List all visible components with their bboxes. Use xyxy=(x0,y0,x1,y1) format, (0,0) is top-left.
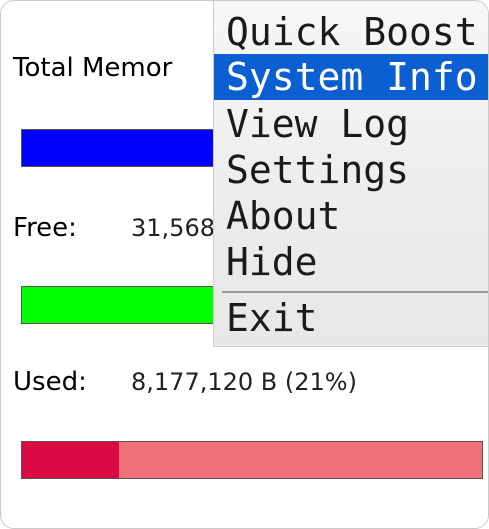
free-memory-bar-fill xyxy=(22,287,220,323)
menu-item-view-log[interactable]: View Log xyxy=(214,101,488,147)
free-value: 31,568 xyxy=(131,214,215,242)
free-memory-bar xyxy=(21,286,221,324)
used-memory-bar-fill xyxy=(22,442,119,478)
total-memory-bar-fill xyxy=(22,130,220,166)
context-menu: Quick Boost System Info View Log Setting… xyxy=(213,1,488,347)
menu-item-settings[interactable]: Settings xyxy=(214,147,488,193)
menu-item-about[interactable]: About xyxy=(214,193,488,239)
free-label: Free: xyxy=(13,213,77,243)
used-label: Used: xyxy=(13,367,87,397)
used-value: 8,177,120 B (21%) xyxy=(131,368,357,396)
screen: Total Memor Free: 31,568 Used: 8,177,120… xyxy=(0,0,489,529)
menu-separator xyxy=(222,291,488,293)
menu-item-system-info[interactable]: System Info xyxy=(214,54,488,100)
used-memory-bar xyxy=(21,441,483,479)
menu-item-hide[interactable]: Hide xyxy=(214,239,488,285)
total-memory-bar xyxy=(21,129,221,167)
menu-item-quick-boost[interactable]: Quick Boost xyxy=(214,9,488,55)
menu-item-exit[interactable]: Exit xyxy=(214,295,488,341)
total-memory-label: Total Memor xyxy=(13,53,173,83)
